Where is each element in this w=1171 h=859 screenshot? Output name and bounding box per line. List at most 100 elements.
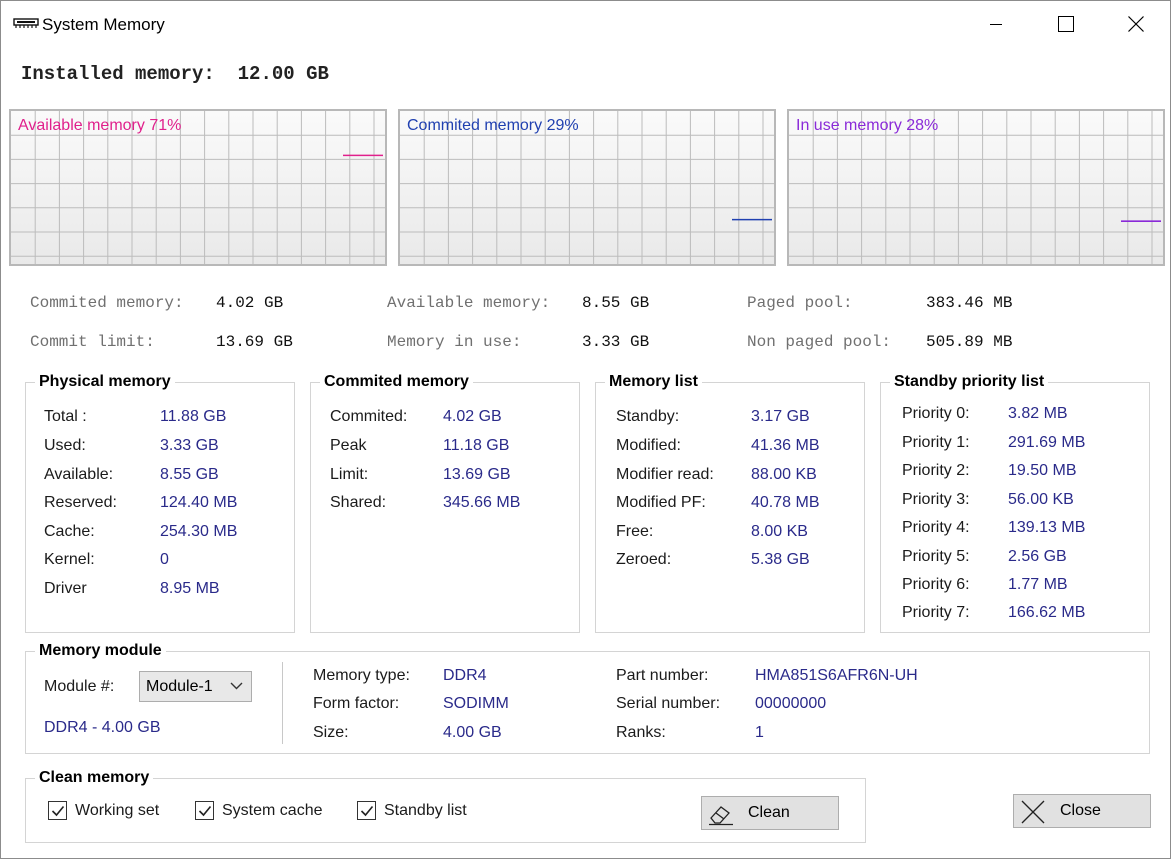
row-value: DDR4	[443, 667, 487, 684]
row-value: 4.00 GB	[443, 724, 502, 741]
stat-paged-pool-value: 383.46 MB	[926, 294, 1012, 312]
clean-button-label: Clean	[748, 804, 790, 821]
clean-button[interactable]: Clean	[701, 796, 839, 830]
row-value: 291.69 MB	[1008, 434, 1086, 451]
chevron-down-icon	[230, 682, 243, 690]
checkbox-label: Standby list	[384, 801, 467, 819]
row-value: 1.77 MB	[1008, 576, 1068, 593]
module-divider	[282, 662, 283, 744]
checkbox-box[interactable]	[357, 801, 376, 820]
row-value: 3.33 GB	[160, 437, 219, 454]
row-label: Total :	[44, 408, 87, 425]
row-label: Part number:	[616, 667, 709, 684]
close-button[interactable]: Close	[1013, 794, 1151, 828]
stat-label: Commit limit:	[30, 333, 155, 351]
stat-value: 383.46 MB	[926, 294, 1013, 312]
row-label: Driver	[44, 580, 87, 597]
checkmark-icon	[198, 805, 212, 817]
memory-module-group: Memory module Module #: Module-1 DDR4 - …	[25, 642, 1150, 754]
maximize-button[interactable]	[1031, 1, 1101, 47]
standby-list-checkbox[interactable]: Standby list	[357, 801, 467, 820]
stat-commit-limit-value: 13.69 GB	[216, 333, 293, 351]
stat-commited-memory: Commited memory:	[30, 294, 184, 312]
row-value: 40.78 MB	[751, 494, 820, 511]
module-select[interactable]: Module-1	[139, 671, 252, 702]
working-set-checkbox[interactable]: Working set	[48, 801, 159, 820]
in-use-memory-graph: In use memory 28%	[787, 109, 1165, 266]
row-label: Modifier read:	[616, 466, 714, 483]
window-title: System Memory	[42, 15, 165, 34]
minimize-icon	[990, 24, 1002, 25]
module-number-label: Module #:	[44, 678, 115, 695]
stat-memory-in-use-value: 3.33 GB	[582, 333, 649, 351]
stat-available-memory-value: 8.55 GB	[582, 294, 649, 312]
row-value: 3.17 GB	[751, 408, 810, 425]
row-value: SODIMM	[443, 695, 509, 712]
close-button-label: Close	[1060, 802, 1101, 819]
row-label: Modified PF:	[616, 494, 706, 511]
row-label: Priority 1:	[902, 434, 970, 451]
row-label: Standby:	[616, 408, 680, 425]
group-title: Standby priority list	[890, 373, 1049, 391]
installed-memory-value: 12.00 GB	[237, 63, 329, 85]
row-value: 254.30 MB	[160, 523, 238, 540]
stat-memory-in-use: Memory in use:	[387, 333, 521, 351]
row-value: 345.66 MB	[443, 494, 521, 511]
group-title: Clean memory	[35, 769, 154, 787]
standby-priority-group: Standby priority list Priority 0: 3.82 M…	[880, 373, 1150, 633]
group-title: Memory list	[605, 373, 702, 391]
stat-label: Paged pool:	[747, 294, 853, 312]
physical-memory-group: Physical memory Total : 11.88 GB Used: 3…	[25, 373, 295, 633]
row-label: Free:	[616, 523, 654, 540]
row-value: 11.88 GB	[160, 408, 227, 425]
row-label: Form factor:	[313, 695, 400, 712]
stat-available-memory: Available memory:	[387, 294, 550, 312]
module-summary: DDR4 - 4.00 GB	[44, 719, 161, 736]
row-label: Commited:	[330, 408, 408, 425]
checkmark-icon	[51, 805, 65, 817]
row-value: 88.00 KB	[751, 466, 817, 483]
stat-label: Non paged pool:	[747, 333, 892, 351]
commited-memory-group: Commited memory Commited: 4.02 GB Peak 1…	[310, 373, 580, 633]
maximize-icon	[1058, 16, 1074, 32]
row-value: 139.13 MB	[1008, 519, 1086, 536]
row-value: 8.95 MB	[160, 580, 220, 597]
row-label: Priority 2:	[902, 462, 970, 479]
system-memory-window: System Memory Installed memory: 12.00 GB…	[0, 0, 1171, 859]
stat-value: 4.02 GB	[216, 294, 284, 312]
checkbox-label: Working set	[75, 801, 160, 819]
row-value: HMA851S6AFR6N-UH	[755, 667, 918, 684]
close-icon	[1021, 800, 1045, 824]
row-label: Zeroed:	[616, 551, 672, 568]
close-icon	[1128, 16, 1144, 32]
available-memory-graph: Available memory 71%	[9, 109, 387, 266]
stat-paged-pool: Paged pool:	[747, 294, 853, 312]
stat-commit-limit: Commit limit:	[30, 333, 155, 351]
minimize-button[interactable]	[961, 1, 1031, 47]
stat-label: Available memory:	[387, 294, 551, 312]
installed-memory-label: Installed memory:	[21, 63, 215, 85]
module-select-value: Module-1	[146, 678, 213, 695]
system-cache-checkbox[interactable]: System cache	[195, 801, 322, 820]
stat-commited-memory-value: 4.02 GB	[216, 294, 283, 312]
row-label: Memory type:	[313, 667, 410, 684]
checkbox-box[interactable]	[195, 801, 214, 820]
checkbox-box[interactable]	[48, 801, 67, 820]
row-value: 3.82 MB	[1008, 405, 1068, 422]
installed-memory: Installed memory: 12.00 GB	[21, 63, 329, 85]
row-value: 41.36 MB	[751, 437, 820, 454]
available-memory-graph-label: Available memory 71%	[18, 117, 182, 134]
stat-value: 8.55 GB	[582, 294, 650, 312]
row-value: 124.40 MB	[160, 494, 238, 511]
checkmark-icon	[360, 805, 374, 817]
row-label: Priority 6:	[902, 576, 970, 593]
row-value: 13.69 GB	[443, 466, 511, 483]
row-value: 166.62 MB	[1008, 604, 1086, 621]
stat-label: Memory in use:	[387, 333, 522, 351]
checkbox-label: System cache	[222, 801, 323, 819]
in-use-memory-graph-label: In use memory 28%	[796, 117, 939, 134]
close-window-button[interactable]	[1101, 1, 1171, 47]
row-value: 4.02 GB	[443, 408, 502, 425]
memory-list-group: Memory list Standby: 3.17 GB Modified: 4…	[595, 373, 865, 633]
row-label: Priority 7:	[902, 604, 970, 621]
